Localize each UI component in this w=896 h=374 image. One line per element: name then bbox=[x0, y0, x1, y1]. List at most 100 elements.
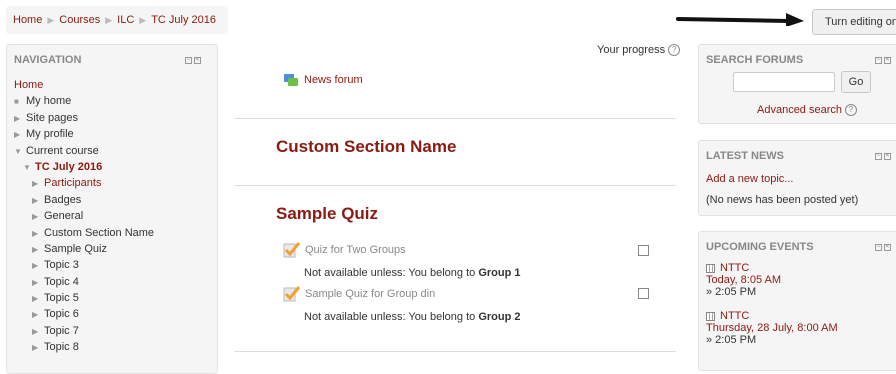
breadcrumb-courses[interactable]: Courses bbox=[59, 14, 100, 26]
event-name-link[interactable]: NTTC bbox=[720, 310, 749, 322]
collapsed-arrow-icon: ▶ bbox=[32, 343, 39, 353]
block-hide-icon[interactable]: − bbox=[875, 153, 882, 160]
nav-item[interactable]: ▼ TC July 2016 bbox=[14, 159, 154, 175]
restriction-1-text: Not available unless: You belong to bbox=[304, 267, 476, 279]
upcoming-events-block: UPCOMING EVENTS − < NTTC Today, 8:05 AM … bbox=[698, 231, 896, 371]
nav-item[interactable]: ▶ Topic 5 bbox=[14, 290, 154, 306]
nav-item[interactable]: ▶ Topic 8 bbox=[14, 339, 154, 355]
navigation-list: Home ■ My home ▶ Site pages ▶ My profile ▼ Curre… bbox=[14, 77, 154, 356]
block-hide-icon[interactable]: − bbox=[875, 244, 882, 251]
section-divider bbox=[234, 351, 676, 352]
search-forums-input[interactable] bbox=[733, 72, 835, 92]
advanced-search-link[interactable]: Advanced search bbox=[757, 104, 842, 116]
collapsed-arrow-icon: ▶ bbox=[32, 244, 39, 254]
nav-item-label: TC July 2016 bbox=[35, 160, 103, 173]
news-forum-label[interactable]: News forum bbox=[304, 74, 363, 86]
block-dock-icon[interactable]: < bbox=[884, 153, 891, 160]
quiz-icon bbox=[283, 242, 300, 258]
collapsed-arrow-icon: ▶ bbox=[14, 130, 21, 140]
collapsed-arrow-icon: ▶ bbox=[14, 113, 21, 123]
nav-item[interactable]: Home bbox=[14, 77, 154, 93]
nav-item[interactable]: ▶ General bbox=[14, 208, 154, 224]
breadcrumb: Home ▶ Courses ▶ ILC ▶ TC July 2016 bbox=[6, 6, 228, 34]
block-hide-icon[interactable]: − bbox=[875, 57, 882, 64]
nav-item-label: Badges bbox=[44, 193, 82, 206]
completion-checkbox[interactable] bbox=[638, 288, 649, 299]
news-forum-link[interactable]: News forum bbox=[283, 72, 363, 88]
calendar-icon bbox=[706, 311, 715, 321]
latest-news-block: LATEST NEWS − < Add a new topic... (No n… bbox=[698, 140, 896, 216]
add-new-topic-link[interactable]: Add a new topic... bbox=[706, 173, 793, 185]
nav-item[interactable]: ▶ Site pages bbox=[14, 110, 154, 126]
event-when[interactable]: Today, 8:05 AM bbox=[706, 274, 781, 286]
nav-item[interactable]: ▶ Topic 7 bbox=[14, 323, 154, 339]
collapsed-arrow-icon: ▶ bbox=[32, 261, 39, 271]
nav-item[interactable]: ▶ Custom Section Name bbox=[14, 225, 154, 241]
latest-news-title: LATEST NEWS bbox=[706, 150, 785, 162]
restriction-1-group: Group 1 bbox=[478, 267, 521, 279]
nav-item[interactable]: ▶ Topic 4 bbox=[14, 274, 154, 290]
quiz-activity-1[interactable]: Quiz for Two Groups bbox=[283, 241, 406, 258]
expanded-arrow-icon: ▼ bbox=[14, 146, 22, 156]
completion-checkbox[interactable] bbox=[638, 245, 649, 256]
help-icon[interactable]: ? bbox=[668, 44, 681, 57]
block-controls: − < bbox=[875, 244, 891, 251]
collapsed-arrow-icon: ▶ bbox=[32, 326, 39, 336]
event-when[interactable]: Thursday, 28 July, 8:00 AM bbox=[706, 322, 838, 334]
nav-item-label: Site pages bbox=[26, 111, 78, 124]
nav-item[interactable]: ▼ Current course bbox=[14, 143, 154, 159]
progress-label: Your progress bbox=[597, 44, 666, 56]
nav-item-label: Home bbox=[14, 79, 44, 91]
advanced-search[interactable]: Advanced search? bbox=[757, 104, 857, 117]
quiz-activity-2[interactable]: Sample Quiz for Group din bbox=[283, 285, 435, 302]
collapsed-arrow-icon: ▶ bbox=[32, 294, 39, 304]
section-title-custom[interactable]: Custom Section Name bbox=[276, 137, 456, 157]
restriction-2: Not available unless: You belong to Grou… bbox=[304, 311, 520, 323]
breadcrumb-ilc[interactable]: ILC bbox=[117, 14, 134, 26]
no-news-text: (No news has been posted yet) bbox=[706, 194, 859, 206]
calendar-icon bbox=[706, 263, 715, 273]
block-dock-icon[interactable]: < bbox=[194, 57, 201, 64]
breadcrumb-separator-icon: ▶ bbox=[139, 14, 147, 25]
quiz-icon bbox=[283, 286, 300, 302]
nav-item-label: Current course bbox=[26, 144, 99, 157]
nav-item[interactable]: ▶ Sample Quiz bbox=[14, 241, 154, 257]
event-until: » 2:05 PM bbox=[706, 334, 757, 346]
nav-item[interactable]: ▶ Badges bbox=[14, 192, 154, 208]
collapsed-arrow-icon: ▶ bbox=[32, 212, 39, 222]
event-item: NTTC Thursday, 28 July, 8:00 AM » 2:05 P… bbox=[706, 310, 838, 346]
nav-item[interactable]: ▶ Topic 3 bbox=[14, 257, 154, 273]
nav-item[interactable]: ▶ Topic 6 bbox=[14, 306, 154, 322]
forum-icon bbox=[284, 74, 298, 86]
block-dock-icon[interactable]: < bbox=[884, 57, 891, 64]
nav-item[interactable]: ▶ My profile bbox=[14, 126, 154, 142]
quiz-activity-1-label: Quiz for Two Groups bbox=[305, 243, 406, 256]
nav-item[interactable]: ■ My home bbox=[14, 93, 154, 109]
block-hide-icon[interactable]: − bbox=[185, 57, 192, 64]
event-name-link[interactable]: NTTC bbox=[720, 262, 749, 274]
nav-item-label: Custom Section Name bbox=[44, 226, 155, 239]
collapsed-arrow-icon: ▶ bbox=[32, 195, 39, 205]
block-controls: − < bbox=[875, 57, 891, 64]
event-item: NTTC Today, 8:05 AM » 2:05 PM bbox=[706, 262, 781, 298]
nav-item-label: My home bbox=[26, 95, 72, 108]
upcoming-events-title: UPCOMING EVENTS bbox=[706, 241, 814, 253]
block-controls: − < bbox=[875, 153, 891, 160]
restriction-2-text: Not available unless: You belong to bbox=[304, 311, 476, 323]
go-button[interactable]: Go bbox=[841, 71, 871, 93]
turn-editing-on-button[interactable]: Turn editing on bbox=[812, 9, 896, 35]
breadcrumb-separator-icon: ▶ bbox=[105, 14, 113, 25]
your-progress: Your progress? bbox=[597, 44, 681, 57]
breadcrumb-home[interactable]: Home bbox=[13, 14, 42, 26]
collapsed-arrow-icon: ▶ bbox=[32, 277, 39, 287]
nav-item[interactable]: ▶ Participants bbox=[14, 175, 154, 191]
collapsed-arrow-icon: ▶ bbox=[32, 228, 39, 238]
search-forums-block: SEARCH FORUMS − < Go Advanced search? bbox=[698, 44, 896, 124]
annotation-arrow-icon bbox=[676, 13, 804, 26]
help-icon[interactable]: ? bbox=[845, 104, 857, 117]
breadcrumb-course[interactable]: TC July 2016 bbox=[151, 14, 216, 26]
section-title-sample-quiz[interactable]: Sample Quiz bbox=[276, 204, 378, 224]
section-divider bbox=[234, 185, 676, 186]
block-dock-icon[interactable]: < bbox=[884, 244, 891, 251]
restriction-2-group: Group 2 bbox=[478, 311, 521, 323]
